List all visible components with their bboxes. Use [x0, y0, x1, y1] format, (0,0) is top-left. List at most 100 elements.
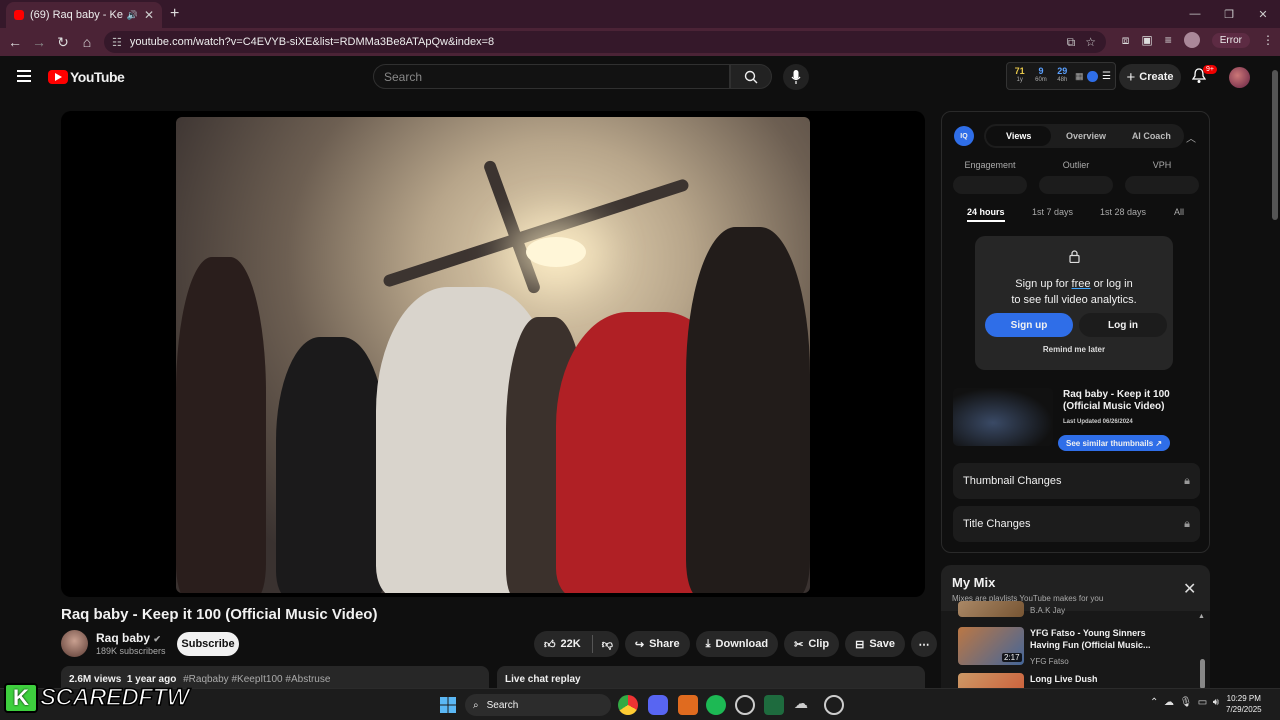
tab-views[interactable]: Views: [986, 126, 1052, 146]
range-28-days[interactable]: 1st 28 days: [1100, 207, 1146, 217]
channel-name[interactable]: Raq baby ✔: [96, 631, 161, 645]
clip-button[interactable]: ✂ Clip: [784, 631, 840, 657]
vidiq-icon: [1087, 70, 1099, 82]
sign-up-button[interactable]: Sign up: [985, 313, 1073, 337]
share-icon: ↪: [634, 638, 645, 651]
figure-left: [176, 257, 266, 593]
video-player[interactable]: [61, 111, 925, 597]
scroll-up-icon[interactable]: ▲: [1198, 613, 1205, 620]
close-icon[interactable]: ✕: [1183, 579, 1196, 599]
like-button[interactable]: 👍︎ 22K 👎︎: [534, 631, 619, 657]
search-input[interactable]: Search: [373, 64, 730, 89]
save-button[interactable]: ⊟ Save: [845, 631, 906, 657]
thumbs-down-icon[interactable]: 👎︎: [602, 638, 613, 651]
log-in-button[interactable]: Log in: [1079, 313, 1167, 337]
tab-ai-coach[interactable]: AI Coach: [1119, 124, 1184, 148]
metric-engagement-value: [953, 176, 1027, 194]
range-7-days[interactable]: 1st 7 days: [1032, 207, 1073, 217]
scrollbar-thumb[interactable]: [1272, 70, 1278, 220]
browser-tab[interactable]: (69) Raq baby - Keep it 100 🔊 ✕: [6, 2, 162, 28]
video-thumbnail[interactable]: [953, 388, 1053, 446]
download-button[interactable]: ⤓ Download: [695, 631, 779, 657]
title-changes-row[interactable]: Title Changes 🔒︎: [953, 506, 1200, 542]
close-tab-icon[interactable]: ✕: [144, 8, 154, 22]
create-button[interactable]: + Create: [1119, 64, 1181, 90]
video-actions: 👍︎ 22K 👎︎ ↪ Share ⤓ Download ✂ Clip ⊟ Save ⋯: [534, 631, 938, 657]
new-tab-icon[interactable]: +: [170, 5, 179, 23]
app-icon[interactable]: [764, 695, 784, 715]
search-icon: ⌕: [473, 699, 479, 711]
analytics-lock-card: Sign up for free or log in to see full v…: [975, 236, 1173, 370]
media-icon[interactable]: ≡: [1165, 33, 1172, 47]
close-window-icon[interactable]: ✕: [1246, 0, 1280, 28]
home-icon[interactable]: ⌂: [75, 34, 99, 50]
spotify-icon[interactable]: [706, 695, 726, 715]
metric-engagement: Engagement: [964, 160, 1016, 170]
similar-thumbnails-button[interactable]: See similar thumbnails ↗: [1058, 435, 1171, 451]
windows-start-icon[interactable]: [440, 697, 456, 713]
more-actions-button[interactable]: ⋯: [911, 631, 938, 657]
tray-overflow-icon[interactable]: ⌃: [1150, 697, 1158, 708]
thumbnail-changes-row[interactable]: Thumbnail Changes 🔒︎: [953, 463, 1200, 499]
restore-icon[interactable]: ❐: [1212, 0, 1246, 28]
figure-hoodie-left: [276, 337, 386, 593]
mix-thumbnail: [958, 601, 1024, 617]
hamburger-menu-icon[interactable]: [17, 70, 31, 85]
discord-icon[interactable]: [648, 695, 668, 715]
tab-overview[interactable]: Overview: [1053, 124, 1118, 148]
address-bar[interactable]: ☷ youtube.com/watch?v=C4EVYB-siXE&list=R…: [104, 31, 1106, 53]
minimize-icon[interactable]: —: [1178, 0, 1212, 28]
youtube-logo[interactable]: YouTube: [48, 69, 125, 85]
channel-avatar[interactable]: [61, 630, 88, 657]
thumbs-up-icon: 👍︎: [544, 638, 556, 651]
network-icon[interactable]: ▭: [1198, 697, 1207, 708]
lock-icon: 🔒︎: [1184, 474, 1190, 487]
profile-avatar[interactable]: [1183, 32, 1200, 48]
duration: 2:17: [1002, 653, 1022, 662]
external-link-icon: ↗: [1155, 438, 1163, 448]
site-info-icon[interactable]: ☷: [112, 36, 122, 49]
subscribe-button[interactable]: Subscribe: [177, 632, 239, 656]
taskbar-clock[interactable]: 10:29 PM 7/29/2025: [1226, 693, 1262, 715]
menu-dots-icon[interactable]: ⋮: [1262, 33, 1274, 47]
microphone-icon[interactable]: 🎙︎: [1180, 697, 1193, 708]
extensions-icon[interactable]: ⧈: [1122, 33, 1130, 48]
volume-icon[interactable]: 🔊︎: [1213, 697, 1219, 708]
page-scrollbar[interactable]: [1270, 56, 1280, 688]
mix-scrollbar[interactable]: [1200, 659, 1205, 689]
cast-icon[interactable]: ⧉: [1067, 35, 1076, 50]
app-icon[interactable]: [678, 695, 698, 715]
forward-icon[interactable]: →: [27, 34, 51, 50]
speaker-icon[interactable]: 🔊: [127, 10, 138, 21]
video-title: Raq baby - Keep it 100 (Official Music V…: [61, 606, 378, 623]
range-all[interactable]: All: [1174, 207, 1184, 217]
thumbnail-row: Raq baby - Keep it 100 (Official Music V…: [953, 388, 1210, 451]
bookmark-icon: ⊟: [855, 638, 865, 651]
bookmark-star-icon[interactable]: ☆: [1085, 35, 1096, 50]
voice-search-button[interactable]: [783, 64, 809, 90]
reload-icon[interactable]: ↻: [51, 34, 75, 51]
back-icon[interactable]: ←: [3, 34, 27, 50]
hashtags[interactable]: #Raqbaby #KeepIt100 #Abstruse: [183, 674, 330, 685]
system-tray: ⌃ ☁ 🎙︎ ▭ 🔊︎: [1150, 697, 1219, 708]
range-24-hours[interactable]: 24 hours: [967, 207, 1005, 222]
chevron-up-icon[interactable]: ︿: [1186, 130, 1196, 145]
onedrive-icon[interactable]: ☁: [1164, 697, 1174, 708]
split-view-icon[interactable]: ▣: [1141, 33, 1152, 47]
share-button[interactable]: ↪ Share: [624, 631, 690, 657]
more-dots-icon: ⋯: [918, 638, 930, 651]
metric-vph: VPH: [1152, 160, 1172, 170]
error-button[interactable]: Error: [1211, 32, 1250, 48]
remind-later-link[interactable]: Remind me later: [975, 345, 1173, 354]
account-avatar[interactable]: [1229, 67, 1250, 88]
app-icon[interactable]: [824, 695, 844, 715]
app-icon[interactable]: [735, 695, 755, 715]
youtube-play-icon: [48, 70, 68, 84]
vidiq-stats-widget[interactable]: 71 1y 9 60m 29 48h ▦ ☰: [1006, 62, 1116, 90]
youtube-favicon-icon: [14, 10, 24, 20]
search-button[interactable]: [730, 64, 772, 89]
chrome-icon[interactable]: [618, 695, 638, 715]
app-icon[interactable]: ☁: [794, 695, 814, 715]
taskbar-search[interactable]: ⌕ Search: [465, 694, 611, 716]
metric-outlier-value: [1039, 176, 1113, 194]
